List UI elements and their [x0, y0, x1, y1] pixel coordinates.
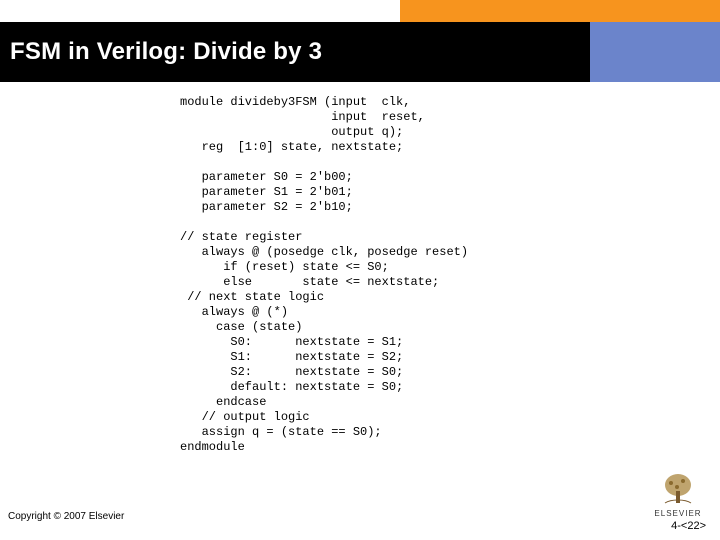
publisher-name: ELSEVIER — [650, 509, 706, 518]
header-band-black: FSM in Verilog: Divide by 3 — [0, 22, 590, 82]
copyright-text: Copyright © 2007 Elsevier — [8, 511, 124, 522]
page-number: 4-<22> — [671, 520, 706, 532]
tree-icon — [657, 471, 699, 507]
page-title: FSM in Verilog: Divide by 3 — [10, 38, 322, 66]
slide: FSM in Verilog: Divide by 3 module divid… — [0, 0, 720, 540]
publisher-logo: ELSEVIER — [650, 471, 706, 518]
code-block: module divideby3FSM (input clk, input re… — [180, 95, 468, 455]
header-accent-orange — [400, 0, 720, 22]
